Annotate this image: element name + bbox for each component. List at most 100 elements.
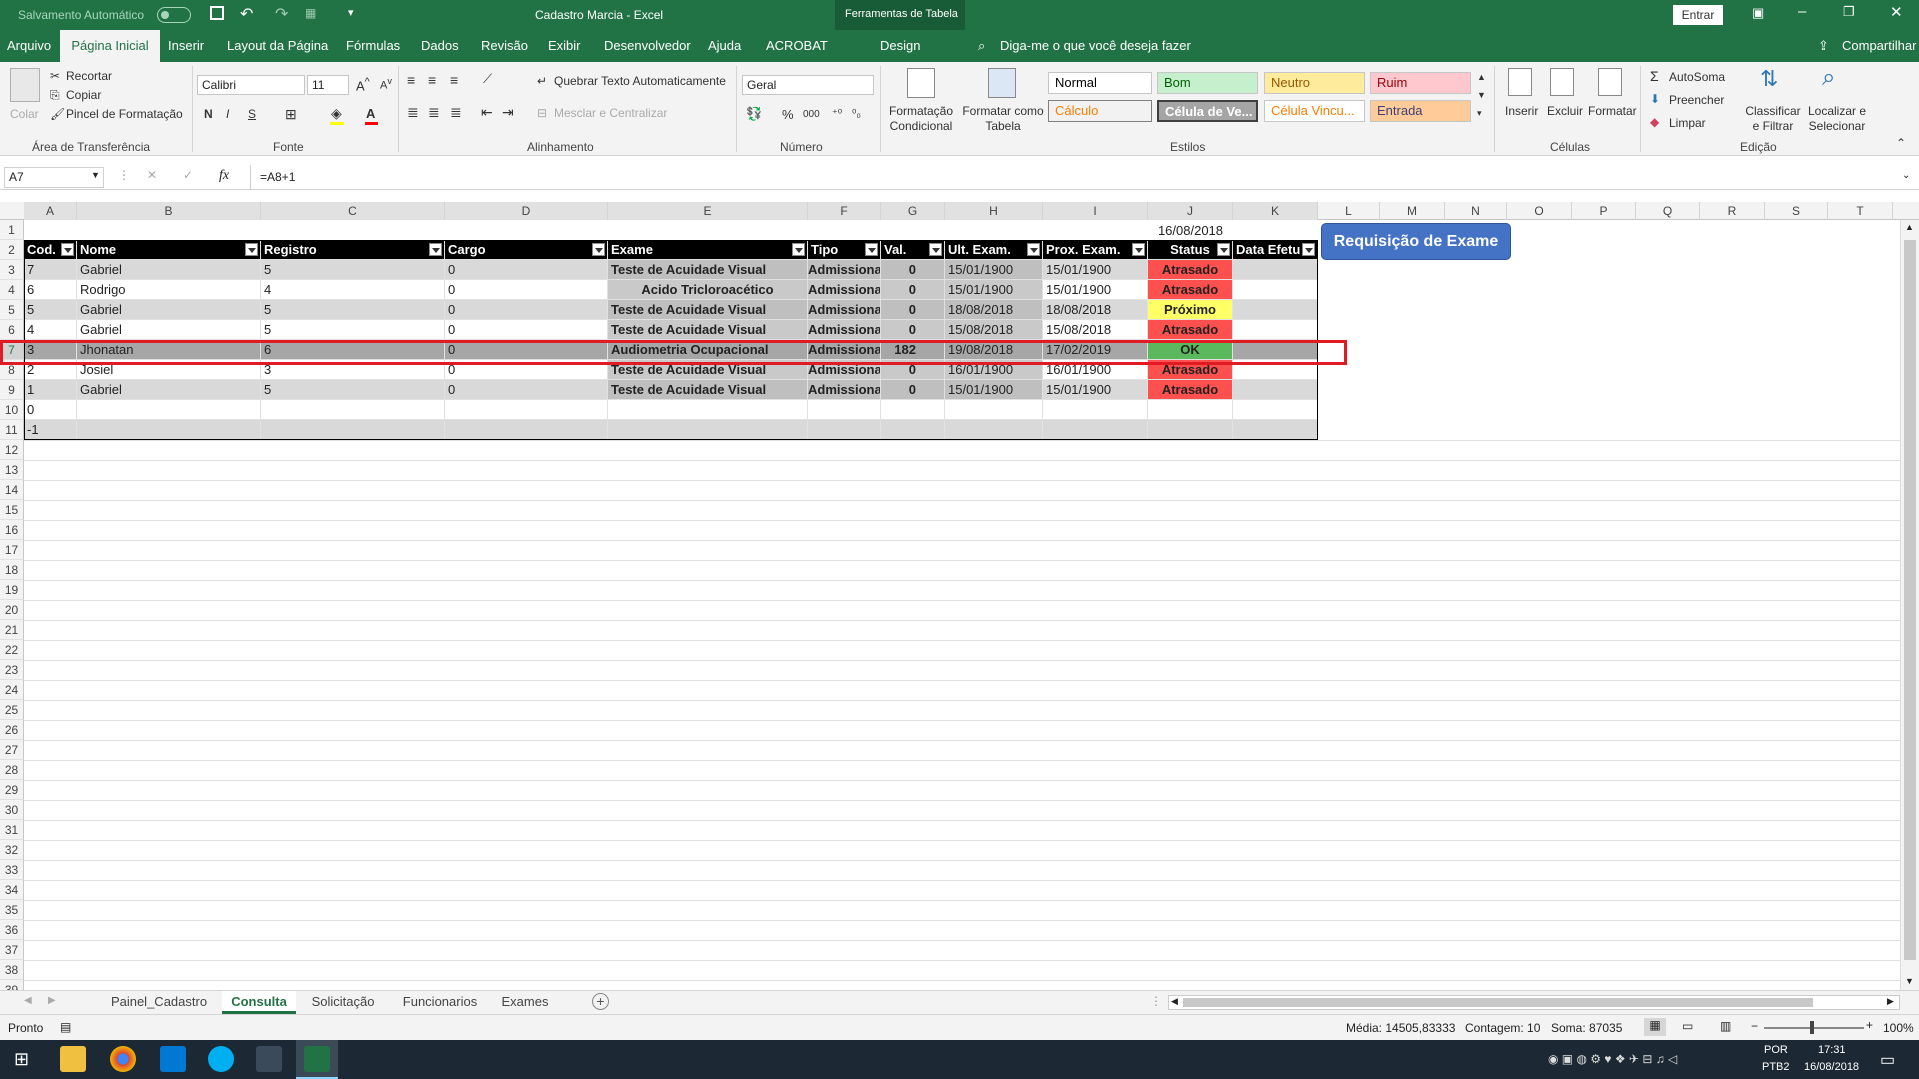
- expand-formula-icon[interactable]: ⌄: [1902, 170, 1910, 181]
- italic-button[interactable]: I: [226, 107, 229, 121]
- column-header-b[interactable]: B: [77, 202, 261, 220]
- clear-icon[interactable]: ◆: [1650, 115, 1659, 129]
- painter-icon[interactable]: 🖌: [50, 107, 65, 121]
- row-header[interactable]: 13: [0, 460, 24, 480]
- row-header[interactable]: 6: [0, 320, 24, 340]
- table-cell[interactable]: [1233, 400, 1318, 420]
- row-header[interactable]: 10: [0, 400, 24, 420]
- row-header[interactable]: 11: [0, 420, 24, 440]
- find-select-icon[interactable]: ⌕: [1822, 64, 1835, 92]
- table-cell[interactable]: 15/01/1900: [945, 260, 1043, 280]
- row-header[interactable]: 25: [0, 700, 24, 720]
- autosum-button[interactable]: AutoSoma: [1669, 70, 1725, 84]
- table-cell[interactable]: 18/08/2018: [1043, 300, 1148, 320]
- tab-formulas[interactable]: Fórmulas: [346, 30, 400, 62]
- font-name-select[interactable]: Calibri: [197, 75, 305, 95]
- column-header-i[interactable]: I: [1043, 202, 1148, 220]
- formula-input[interactable]: =A8+1: [260, 170, 295, 184]
- align-center-icon[interactable]: ≣: [428, 104, 440, 121]
- underline-button[interactable]: S: [248, 107, 256, 121]
- table-cell[interactable]: Acido Tricloroacético: [608, 280, 808, 300]
- table-cell[interactable]: Teste de Acuidade Visual: [608, 380, 808, 400]
- table-row[interactable]: -1: [24, 420, 1919, 440]
- paste-icon[interactable]: [10, 68, 40, 102]
- signin-button[interactable]: Entrar: [1673, 5, 1723, 25]
- filter-dropdown-icon[interactable]: [592, 243, 605, 256]
- zoom-slider[interactable]: [1764, 1027, 1864, 1029]
- table-cell[interactable]: 5: [261, 300, 445, 320]
- sheet-tab-painel[interactable]: Painel_Cadastro: [100, 991, 218, 1014]
- header-cell[interactable]: Nome: [77, 240, 261, 260]
- row-header[interactable]: 33: [0, 860, 24, 880]
- column-header-m[interactable]: M: [1380, 202, 1445, 220]
- table-cell[interactable]: [945, 400, 1043, 420]
- style-ruim[interactable]: Ruim: [1370, 72, 1471, 94]
- table-cell[interactable]: [1233, 420, 1318, 440]
- insert-cells-icon[interactable]: [1508, 68, 1532, 96]
- cut-button[interactable]: Recortar: [66, 69, 112, 83]
- align-bottom-icon[interactable]: ≡: [450, 72, 458, 88]
- table-cell[interactable]: [608, 420, 808, 440]
- maximize-icon[interactable]: ❐: [1843, 4, 1855, 20]
- search-icon[interactable]: ⌕: [978, 30, 985, 62]
- table-cell[interactable]: [445, 420, 608, 440]
- lang-primary[interactable]: POR: [1764, 1044, 1788, 1056]
- row-header[interactable]: 17: [0, 540, 24, 560]
- row-header[interactable]: 37: [0, 940, 24, 960]
- filter-dropdown-icon[interactable]: [1302, 243, 1315, 256]
- macro-record-icon[interactable]: ▤: [60, 1020, 71, 1034]
- share-button[interactable]: Compartilhar: [1842, 30, 1916, 62]
- number-format-select[interactable]: Geral: [742, 75, 874, 95]
- header-cell[interactable]: Exame: [608, 240, 808, 260]
- name-box-dropdown-icon[interactable]: ▼: [91, 170, 100, 180]
- table-cell[interactable]: [1233, 260, 1318, 280]
- table-cell[interactable]: [261, 420, 445, 440]
- tab-desenvolvedor[interactable]: Desenvolvedor: [604, 30, 691, 62]
- column-header-g[interactable]: G: [881, 202, 945, 220]
- cancel-formula-icon[interactable]: ✕: [147, 168, 157, 182]
- find-select-button[interactable]: Localizar e Selecionar: [1805, 104, 1869, 134]
- row-header[interactable]: 31: [0, 820, 24, 840]
- clock-date[interactable]: 16/08/2018: [1804, 1061, 1859, 1073]
- header-cell[interactable]: Prox. Exam.: [1043, 240, 1148, 260]
- row-header[interactable]: 20: [0, 600, 24, 620]
- tab-ajuda[interactable]: Ajuda: [708, 30, 741, 62]
- table-cell[interactable]: Teste de Acuidade Visual: [608, 320, 808, 340]
- decrease-decimal-icon[interactable]: ⁰₀: [852, 107, 861, 120]
- cut-icon[interactable]: ✂: [50, 69, 60, 83]
- paste-button[interactable]: Colar: [10, 107, 39, 121]
- merge-icon[interactable]: ⊟: [537, 106, 547, 120]
- table-cell[interactable]: 7: [24, 260, 77, 280]
- table-cell[interactable]: 15/01/1900: [1043, 260, 1148, 280]
- table-cell[interactable]: 5: [261, 320, 445, 340]
- delete-cells-icon[interactable]: [1550, 68, 1574, 96]
- horizontal-scrollbar[interactable]: ◀ ▶: [1168, 995, 1900, 1010]
- row-header[interactable]: 21: [0, 620, 24, 640]
- row-header[interactable]: 39: [0, 980, 24, 990]
- sheet-tab-solicitacao[interactable]: Solicitação: [300, 991, 386, 1014]
- save-icon[interactable]: [210, 6, 224, 20]
- autosave-toggle[interactable]: [157, 7, 191, 23]
- row-header[interactable]: 2: [0, 240, 24, 260]
- row-header[interactable]: 1: [0, 220, 24, 240]
- table-cell[interactable]: [1043, 420, 1148, 440]
- zoom-slider-thumb[interactable]: [1810, 1021, 1814, 1034]
- style-normal[interactable]: Normal: [1048, 72, 1152, 94]
- table-cell[interactable]: Gabriel: [77, 380, 261, 400]
- filter-dropdown-icon[interactable]: [1132, 243, 1145, 256]
- conditional-format-icon[interactable]: [907, 68, 935, 98]
- table-cell[interactable]: [808, 420, 881, 440]
- insert-cells-button[interactable]: Inserir: [1505, 104, 1538, 118]
- spreadsheet-grid[interactable]: ABCDEFGHIJKLMNOPQRST 1 2 3 4 5 6 7 8 9 10 11 12 13 14…: [0, 202, 1919, 990]
- filter-dropdown-icon[interactable]: [429, 243, 442, 256]
- tab-split-icon[interactable]: ⋮: [1150, 994, 1162, 1008]
- status-cell[interactable]: [1148, 420, 1233, 440]
- header-cell[interactable]: Ult. Exam.: [945, 240, 1043, 260]
- chrome-icon[interactable]: [110, 1046, 136, 1072]
- increase-decimal-icon[interactable]: ⁺⁰: [832, 107, 842, 120]
- filter-dropdown-icon[interactable]: [245, 243, 258, 256]
- clear-button[interactable]: Limpar: [1669, 116, 1706, 130]
- table-cell[interactable]: [1233, 280, 1318, 300]
- scroll-thumb[interactable]: [1904, 240, 1916, 960]
- normal-view-icon[interactable]: ▦: [1644, 1018, 1666, 1036]
